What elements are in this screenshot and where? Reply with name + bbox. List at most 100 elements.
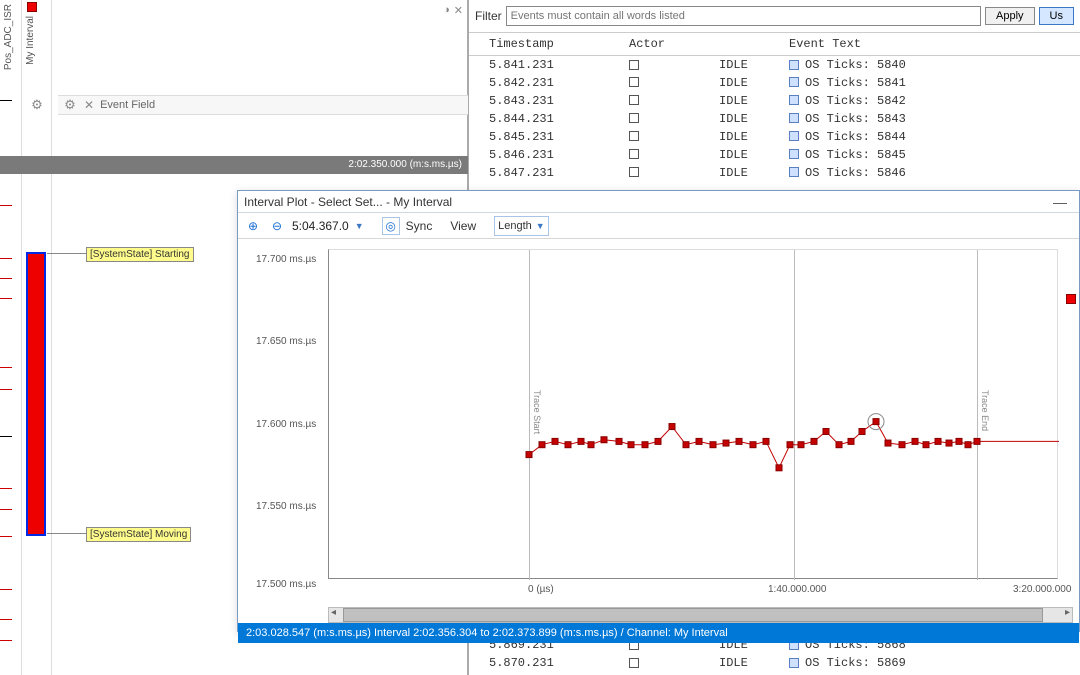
data-point[interactable] xyxy=(565,442,571,448)
checkbox-icon[interactable] xyxy=(629,77,639,87)
data-point[interactable] xyxy=(787,442,793,448)
data-point[interactable] xyxy=(750,442,756,448)
window-title: Interval Plot - Select Set... - My Inter… xyxy=(244,191,452,213)
apply-button[interactable]: Apply xyxy=(985,7,1035,25)
plot-scrollbar[interactable]: ◂ ▸ xyxy=(328,607,1073,623)
plot-toolbar: ⊕ ⊖ 5:04.367.0 ▼ ◎ Sync View Length ▼ xyxy=(238,213,1079,239)
data-point[interactable] xyxy=(935,438,941,444)
data-point[interactable] xyxy=(642,442,648,448)
checkbox-icon[interactable] xyxy=(629,167,639,177)
data-point[interactable] xyxy=(923,442,929,448)
checkbox-icon[interactable] xyxy=(629,60,639,70)
event-field-label: Event Field xyxy=(100,99,155,111)
measure-combo[interactable]: Length ▼ xyxy=(494,216,549,236)
close-icon[interactable]: ✕ xyxy=(84,98,94,112)
table-row[interactable]: 5.845.231IDLEOS Ticks: 5844 xyxy=(469,128,1080,146)
time-position: 5:04.367.0 xyxy=(292,219,349,233)
table-row[interactable]: 5.842.231IDLEOS Ticks: 5841 xyxy=(469,74,1080,92)
data-point[interactable] xyxy=(836,442,842,448)
data-point[interactable] xyxy=(823,429,829,435)
scroll-left-icon[interactable]: ◂ xyxy=(331,607,336,618)
checkbox-icon[interactable] xyxy=(789,95,799,105)
checkbox-icon[interactable] xyxy=(789,131,799,141)
data-point[interactable] xyxy=(885,440,891,446)
sync-label[interactable]: Sync xyxy=(406,219,433,233)
data-point[interactable] xyxy=(552,438,558,444)
minimize-icon[interactable]: — xyxy=(1047,191,1073,213)
data-point[interactable] xyxy=(811,438,817,444)
lane-settings-button[interactable]: ⚙ xyxy=(22,95,52,115)
data-point[interactable] xyxy=(628,442,634,448)
zoom-in-icon[interactable]: ⊕ xyxy=(244,217,262,235)
checkbox-icon[interactable] xyxy=(629,149,639,159)
y-tick: 17.650 ms.µs xyxy=(256,336,316,347)
data-point[interactable] xyxy=(669,424,675,430)
data-point[interactable] xyxy=(848,438,854,444)
view-label[interactable]: View xyxy=(450,219,476,233)
checkbox-icon[interactable] xyxy=(629,113,639,123)
data-point[interactable] xyxy=(912,438,918,444)
plot-body: 17.700 ms.µs17.650 ms.µs17.600 ms.µs17.5… xyxy=(238,239,1079,605)
y-tick: 17.700 ms.µs xyxy=(256,254,316,265)
legend-swatch-icon xyxy=(1066,294,1076,304)
checkbox-icon[interactable] xyxy=(629,95,639,105)
gear-icon[interactable]: ⚙ xyxy=(62,97,78,113)
event-table[interactable]: TimestampActorEvent Text 5.841.231IDLEOS… xyxy=(469,33,1080,182)
target-icon[interactable]: ◎ xyxy=(382,217,400,235)
data-point[interactable] xyxy=(578,438,584,444)
data-point[interactable] xyxy=(539,442,545,448)
state-callout[interactable]: [SystemState] Moving xyxy=(86,527,191,542)
data-point[interactable] xyxy=(723,440,729,446)
data-point[interactable] xyxy=(965,442,971,448)
data-point[interactable] xyxy=(763,438,769,444)
data-point[interactable] xyxy=(899,442,905,448)
checkbox-icon[interactable] xyxy=(629,658,639,668)
data-point[interactable] xyxy=(710,442,716,448)
checkbox-icon[interactable] xyxy=(789,77,799,87)
col-timestamp[interactable]: Timestamp xyxy=(469,33,609,56)
collapse-icon[interactable]: ◑ xyxy=(443,4,450,17)
data-point[interactable] xyxy=(946,440,952,446)
data-point[interactable] xyxy=(736,438,742,444)
scroll-right-icon[interactable]: ▸ xyxy=(1065,607,1070,618)
col-event-text[interactable]: Event Text xyxy=(769,33,1080,56)
data-point[interactable] xyxy=(873,419,879,425)
close-icon[interactable]: ✕ xyxy=(454,4,463,17)
checkbox-icon[interactable] xyxy=(789,658,799,668)
table-row[interactable]: 5.846.231IDLEOS Ticks: 5845 xyxy=(469,146,1080,164)
state-callout[interactable]: [SystemState] Starting xyxy=(86,247,194,262)
data-point[interactable] xyxy=(974,438,980,444)
table-row[interactable]: 5.844.231IDLEOS Ticks: 5843 xyxy=(469,110,1080,128)
data-point[interactable] xyxy=(683,442,689,448)
data-point[interactable] xyxy=(776,465,782,471)
checkbox-icon[interactable] xyxy=(789,167,799,177)
y-tick: 17.500 ms.µs xyxy=(256,579,316,590)
data-point[interactable] xyxy=(526,452,532,458)
interval-bar[interactable] xyxy=(26,252,46,536)
data-point[interactable] xyxy=(601,437,607,443)
filter-input[interactable] xyxy=(506,6,981,26)
data-point[interactable] xyxy=(798,442,804,448)
table-row[interactable]: 5.841.231IDLEOS Ticks: 5840 xyxy=(469,56,1080,74)
table-row[interactable]: 5.870.231IDLEOS Ticks: 5869 xyxy=(469,654,1080,672)
checkbox-icon[interactable] xyxy=(629,131,639,141)
data-point[interactable] xyxy=(655,438,661,444)
col-actor[interactable]: Actor xyxy=(609,33,769,56)
plot-canvas[interactable]: Trace Start Trace End xyxy=(328,249,1058,579)
plot-status-bar: 2:03.028.547 (m:s.ms.µs) Interval 2:02.3… xyxy=(238,623,1079,643)
checkbox-icon[interactable] xyxy=(789,149,799,159)
zoom-out-icon[interactable]: ⊖ xyxy=(268,217,286,235)
dropdown-icon[interactable]: ▼ xyxy=(355,221,364,231)
checkbox-icon[interactable] xyxy=(789,113,799,123)
use-button[interactable]: Us xyxy=(1039,7,1074,25)
table-row[interactable]: 5.843.231IDLEOS Ticks: 5842 xyxy=(469,92,1080,110)
data-point[interactable] xyxy=(956,438,962,444)
data-point[interactable] xyxy=(588,442,594,448)
table-row[interactable]: 5.847.231IDLEOS Ticks: 5846 xyxy=(469,164,1080,182)
data-point[interactable] xyxy=(696,438,702,444)
checkbox-icon[interactable] xyxy=(789,60,799,70)
data-point[interactable] xyxy=(859,429,865,435)
scroll-thumb[interactable] xyxy=(343,608,1043,622)
data-point[interactable] xyxy=(616,438,622,444)
window-titlebar[interactable]: Interval Plot - Select Set... - My Inter… xyxy=(238,191,1079,213)
